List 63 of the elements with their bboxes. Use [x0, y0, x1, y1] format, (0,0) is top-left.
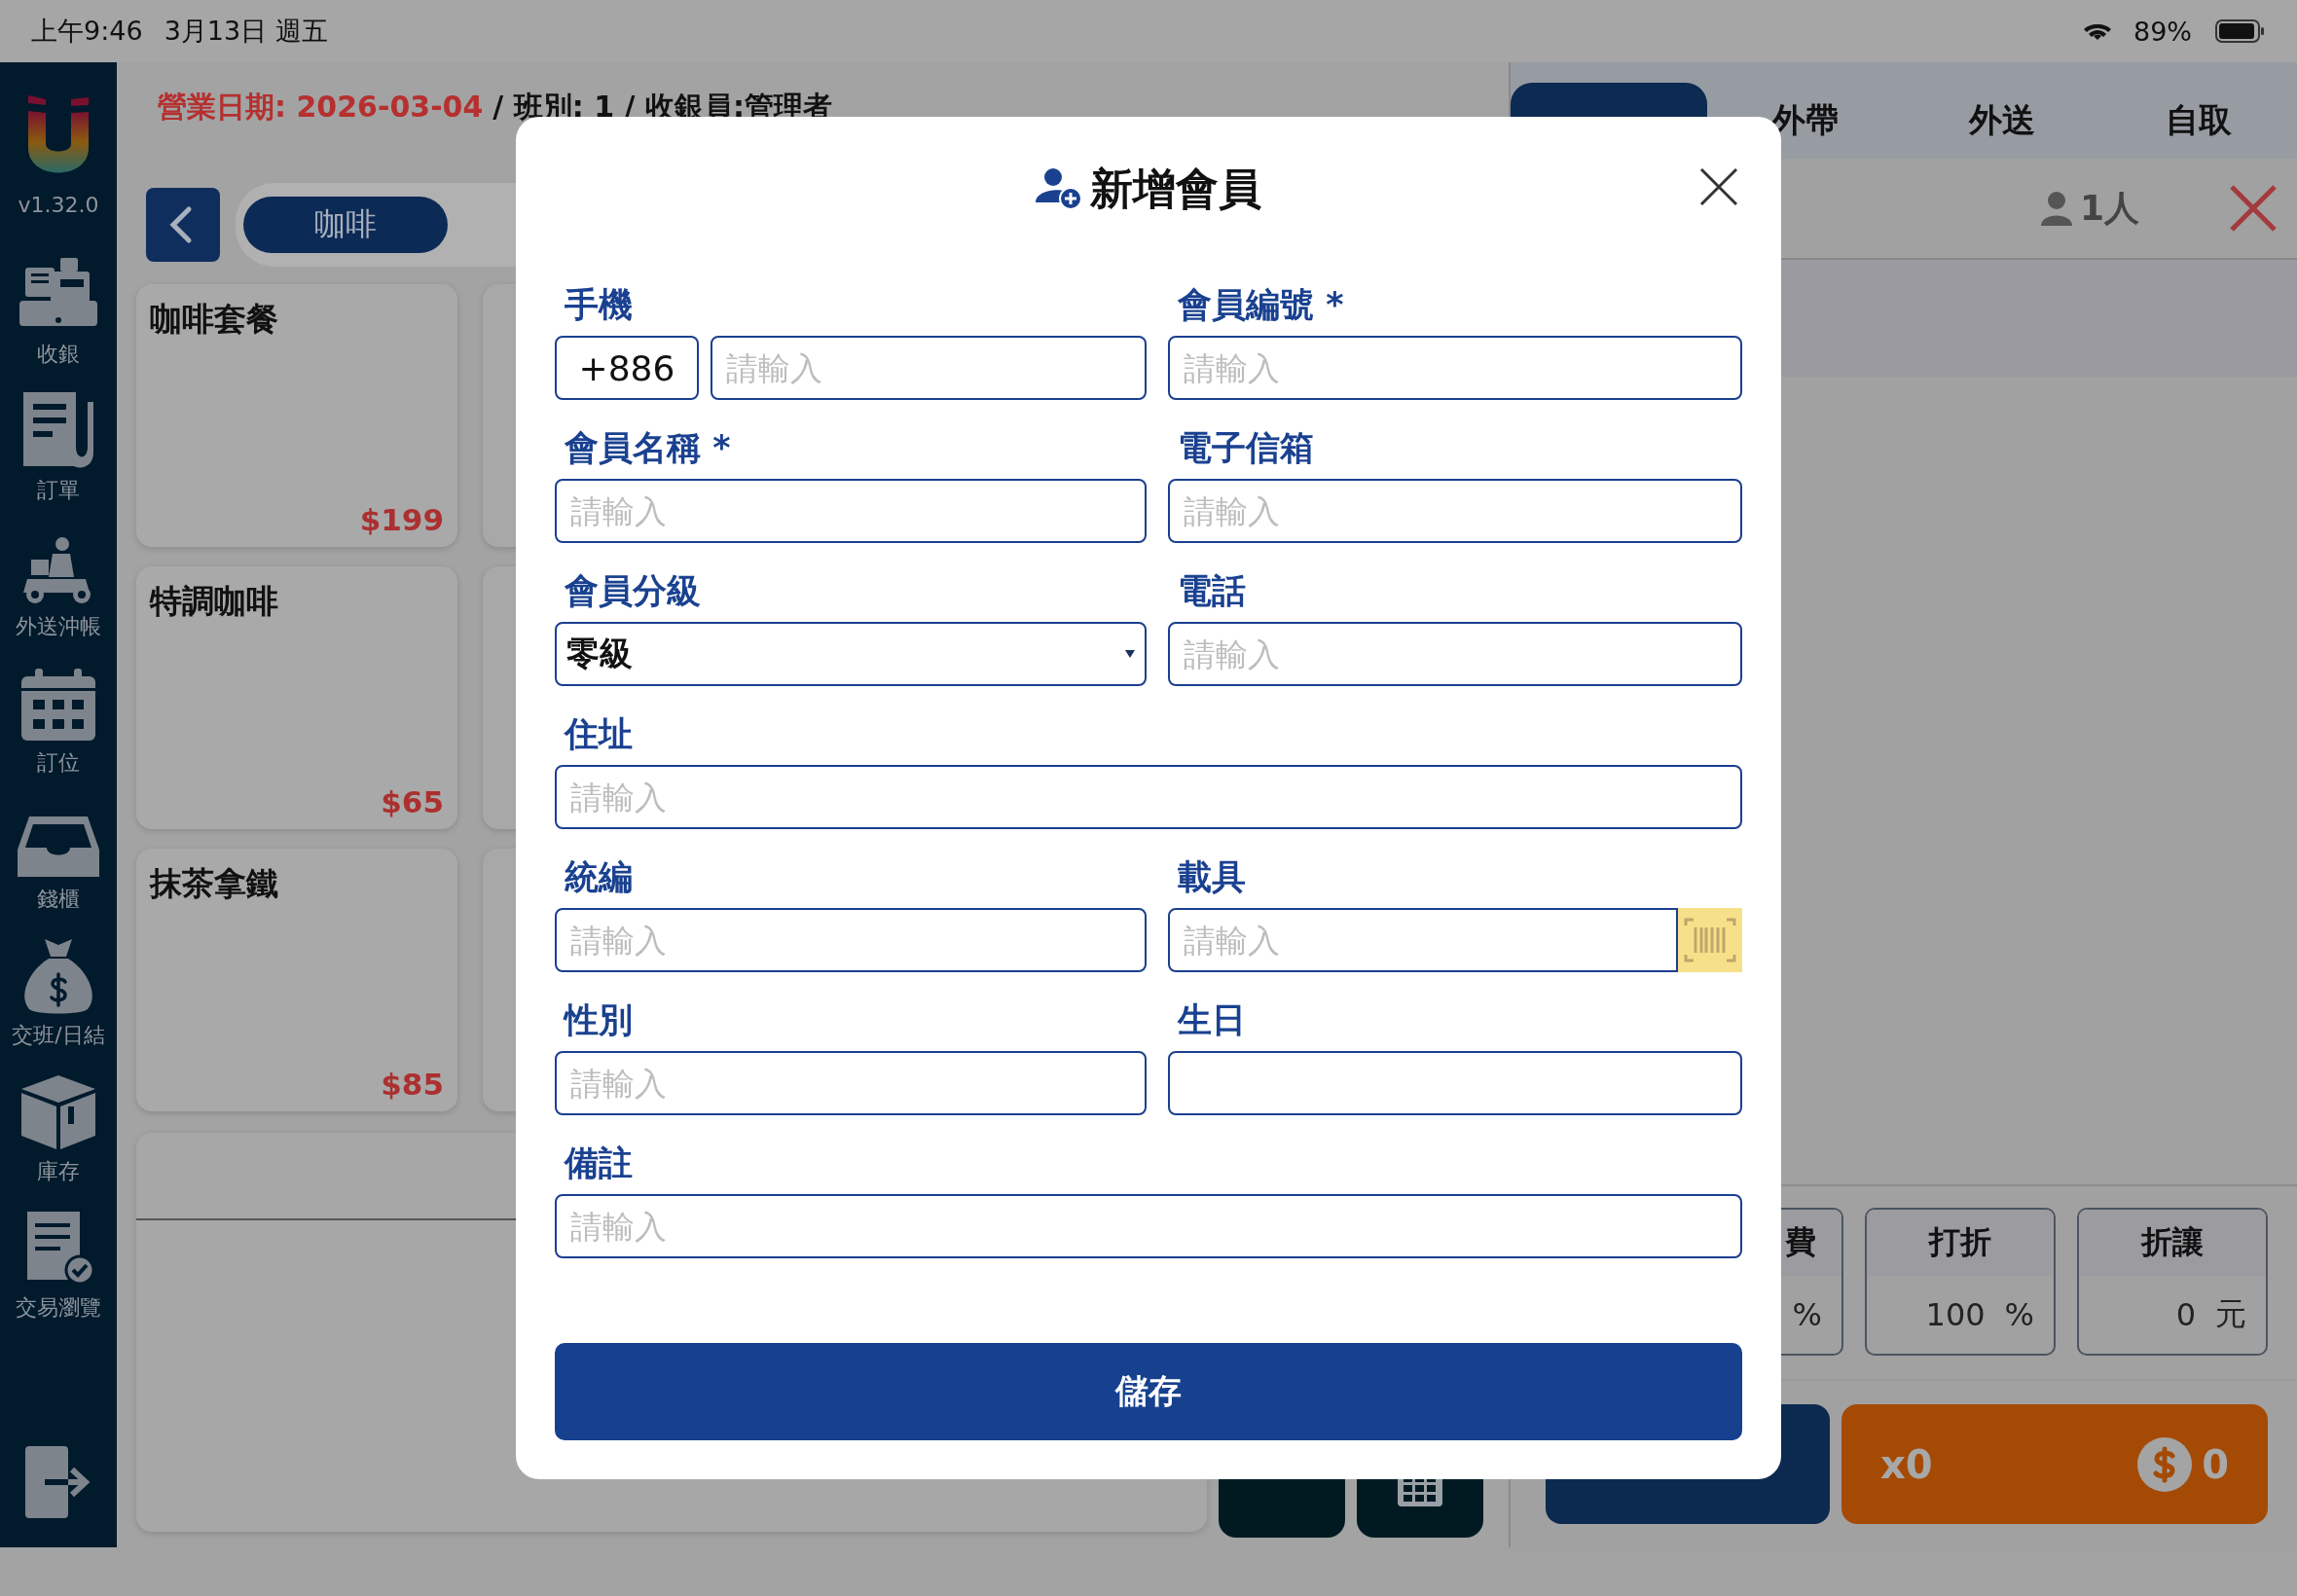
- adjustment-value: 100: [1925, 1296, 1986, 1333]
- field-label: 電話: [1177, 570, 1247, 612]
- order-type-tab[interactable]: 外送: [1904, 83, 2100, 159]
- input-field[interactable]: 請輸入: [555, 479, 1147, 543]
- input-field[interactable]: 請輸入: [555, 765, 1742, 829]
- adjustment-unit: %: [1792, 1296, 1822, 1333]
- total-amount: 0: [2202, 1441, 2229, 1487]
- status-time: 上午9:46: [31, 15, 143, 48]
- sidebar-item[interactable]: 訂單: [19, 375, 97, 511]
- field-label: 統編: [564, 856, 634, 898]
- field-label: 住址: [563, 713, 634, 755]
- product-price: $65: [381, 784, 444, 819]
- status-date: 3月13日 週五: [164, 15, 328, 48]
- field-label: 電子信箱: [1177, 427, 1315, 469]
- field-label: 生日: [1176, 999, 1247, 1041]
- field-label: 性別: [562, 999, 634, 1041]
- input-field[interactable]: 請輸入: [1168, 479, 1742, 543]
- dropdown[interactable]: 零級: [555, 622, 1147, 686]
- product-price: $199: [359, 502, 444, 537]
- adjustment-box[interactable]: 折讓 0 元: [2077, 1208, 2268, 1356]
- battery-percent: 89%: [2133, 16, 2192, 47]
- adjustment-value: 0: [2175, 1296, 2196, 1333]
- input-field[interactable]: 請輸入: [1168, 622, 1742, 686]
- country-code-field[interactable]: +886: [555, 336, 699, 400]
- field-label: 會員分級: [564, 570, 702, 612]
- sidebar-item[interactable]: 錢櫃: [16, 783, 101, 920]
- category-tab[interactable]: 咖啡: [243, 197, 448, 253]
- save-button[interactable]: 儲存: [555, 1343, 1742, 1440]
- field-label: 載具: [1177, 856, 1247, 898]
- guest-count: 1人: [2079, 186, 2139, 230]
- field-label: 備註: [563, 1143, 634, 1184]
- sidebar-item[interactable]: 交易瀏覽: [16, 1192, 101, 1328]
- input-field[interactable]: 請輸入: [711, 336, 1147, 400]
- sidebar-item[interactable]: 訂位: [19, 647, 97, 783]
- sidebar-item[interactable]: 庫存: [19, 1056, 97, 1192]
- product-card[interactable]: 特調咖啡 $65: [136, 566, 457, 829]
- input-field[interactable]: 請輸入: [555, 908, 1147, 972]
- product-price: $85: [381, 1067, 444, 1102]
- product-name: 咖啡套餐: [150, 299, 278, 340]
- adjustment-label: 打折: [1867, 1210, 2054, 1276]
- order-type-tab[interactable]: 自取: [2100, 83, 2297, 159]
- business-date: 營業日期: 2026-03-04: [158, 89, 484, 126]
- adjustment-unit: %: [2004, 1296, 2034, 1333]
- input-field[interactable]: 請輸入: [1168, 908, 1678, 972]
- input-field[interactable]: 請輸入: [555, 1194, 1742, 1258]
- product-card[interactable]: 咖啡套餐 $199: [136, 284, 457, 547]
- input-field[interactable]: 請輸入: [555, 1051, 1147, 1115]
- field-label: 會員名稱 *: [564, 427, 732, 469]
- product-name: 特調咖啡: [150, 581, 278, 622]
- product-name: 抹茶拿鐵: [150, 863, 278, 904]
- field-label: 手機: [564, 284, 634, 326]
- sidebar-item[interactable]: 外送沖帳: [16, 511, 101, 647]
- sidebar-item[interactable]: 收銀: [18, 238, 99, 375]
- item-count: x0: [1880, 1441, 1933, 1487]
- version-label: v1.32.0: [18, 193, 99, 217]
- sidebar-item[interactable]: 交班/日結: [12, 920, 105, 1056]
- dialog-title: 新增會員: [1090, 162, 1261, 215]
- adjustment-box[interactable]: 打折 100 %: [1865, 1208, 2056, 1356]
- product-card[interactable]: 抹茶拿鐵 $85: [136, 849, 457, 1111]
- field-label: 會員編號 *: [1177, 284, 1345, 326]
- adjustment-label: 折讓: [2079, 1210, 2266, 1276]
- input-field[interactable]: 請輸入: [1168, 336, 1742, 400]
- adjustment-unit: 元: [2215, 1294, 2246, 1334]
